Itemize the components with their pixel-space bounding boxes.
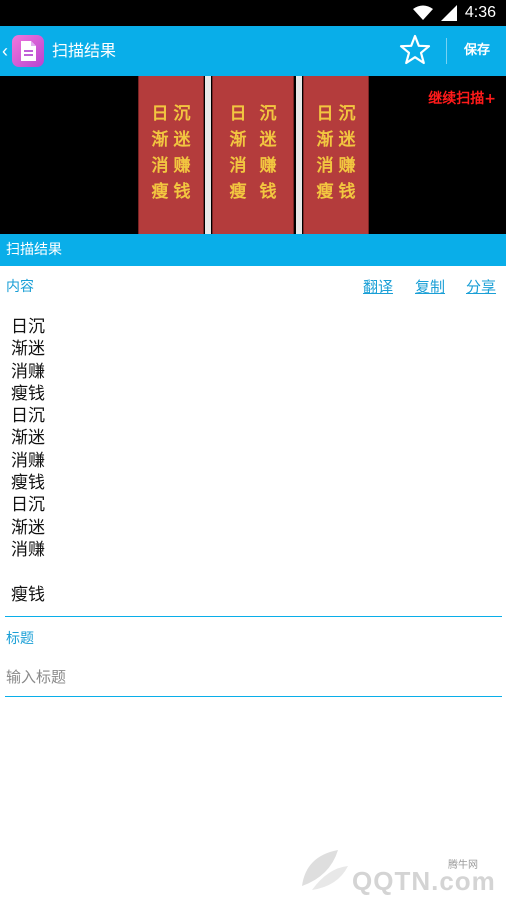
panel-gap [296, 76, 302, 234]
panel-gap [205, 76, 211, 234]
panel-glyph: 赚 [173, 156, 191, 176]
panel-glyph: 渐 [229, 130, 247, 150]
panel-glyph: 赚 [259, 156, 277, 176]
share-link[interactable]: 分享 [466, 277, 496, 297]
panel-glyph: 沉 [338, 104, 356, 124]
preview-margin [0, 76, 138, 234]
panel-glyph: 赚 [338, 156, 356, 176]
watermark-logo: 腾牛网 QQTN.com [298, 846, 500, 896]
scan-preview-image: 日 沉 渐 迷 消 赚 瘦 钱 日 沉 渐 迷 消 赚 瘦 钱 日 沉 渐 迷 [0, 76, 506, 234]
panel-glyph: 日 [316, 104, 334, 124]
recognized-text-area[interactable]: 日沉 渐迷 消赚 瘦钱 日沉 渐迷 消赚 瘦钱 日沉 渐迷 消赚 瘦钱 [6, 308, 502, 614]
panel-glyph: 钱 [173, 182, 191, 202]
watermark-leaf-icon [302, 850, 348, 890]
panel-glyph: 迷 [173, 130, 191, 150]
panel-glyph: 迷 [259, 130, 277, 150]
wifi-icon [412, 5, 433, 21]
panel-glyph: 瘦 [229, 182, 247, 202]
copy-link[interactable]: 复制 [415, 277, 445, 297]
couplet-panel-2: 日 沉 渐 迷 消 赚 瘦 钱 [212, 76, 294, 234]
status-icons: 4:36 [412, 2, 496, 24]
status-time: 4:36 [464, 4, 496, 21]
signal-icon [440, 5, 457, 21]
panel-glyph: 迷 [338, 130, 356, 150]
panel-glyph: 渐 [151, 130, 169, 150]
panel-glyph: 日 [151, 104, 169, 124]
app-bar: ‹ 扫描结果 保存 [0, 26, 506, 76]
page-title: 扫描结果 [52, 41, 117, 60]
save-button[interactable]: 保存 [456, 39, 498, 63]
panel-glyph: 瘦 [151, 182, 169, 202]
translate-link[interactable]: 翻译 [363, 277, 393, 297]
title-underline [5, 696, 502, 697]
continue-scan-button[interactable]: 继续扫描+ [428, 88, 496, 108]
favorite-star-button[interactable] [398, 33, 432, 67]
panel-glyph: 沉 [173, 104, 191, 124]
title-input[interactable] [5, 660, 502, 694]
back-button[interactable]: ‹ [2, 34, 44, 68]
panel-glyph: 渐 [316, 130, 334, 150]
section-header: 扫描结果 [0, 234, 506, 266]
watermark-brand-text: QQTN.com [352, 866, 496, 896]
chevron-left-icon: ‹ [2, 40, 8, 61]
panel-glyph: 消 [229, 156, 247, 176]
panel-glyph: 沉 [259, 104, 277, 124]
panel-glyph: 消 [316, 156, 334, 176]
status-bar: 4:36 [0, 0, 506, 26]
star-icon [399, 34, 431, 65]
app-logo-icon [12, 35, 44, 67]
content-label: 内容 [6, 279, 34, 295]
title-label: 标题 [6, 631, 34, 647]
panel-glyph: 钱 [259, 182, 277, 202]
panel-glyph: 消 [151, 156, 169, 176]
recognized-text: 日沉 渐迷 消赚 瘦钱 日沉 渐迷 消赚 瘦钱 日沉 渐迷 消赚 瘦钱 [11, 317, 45, 605]
panel-glyph: 钱 [338, 182, 356, 202]
couplet-panel-3: 日 沉 渐 迷 消 赚 瘦 钱 [303, 76, 369, 234]
panel-glyph: 瘦 [316, 182, 334, 202]
panel-glyph: 日 [229, 104, 247, 124]
couplet-panel-1: 日 沉 渐 迷 消 赚 瘦 钱 [138, 76, 204, 234]
app-bar-divider [446, 38, 447, 64]
content-underline [5, 616, 502, 617]
